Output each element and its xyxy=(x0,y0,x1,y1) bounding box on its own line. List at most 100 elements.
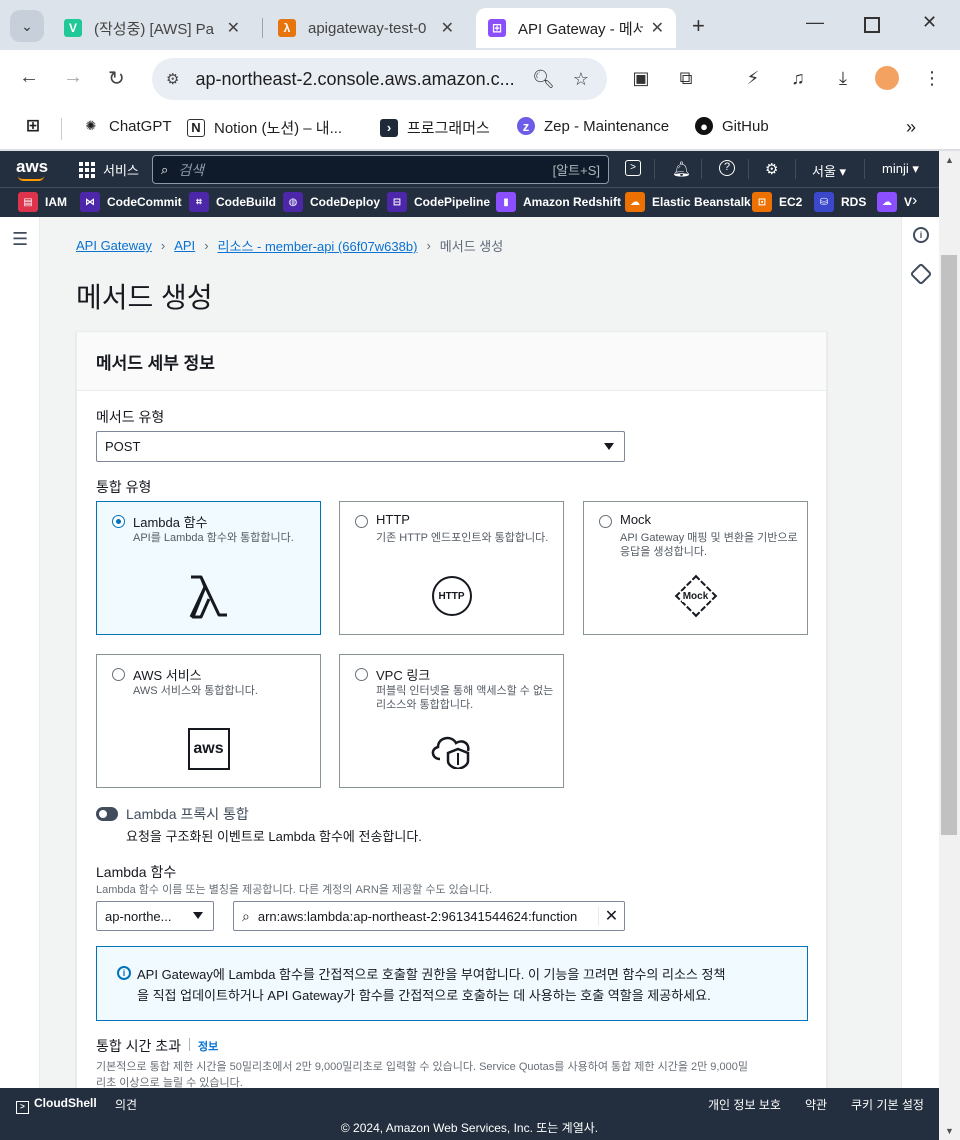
grid-icon xyxy=(79,161,95,178)
integration-option-vpc-link[interactable]: VPC 링크 퍼블릭 인터넷을 통해 액세스할 수 없는 리소스와 통합합니다. xyxy=(339,654,564,788)
radio-button-selected[interactable] xyxy=(112,515,125,528)
ec2-icon: ⊡ xyxy=(752,192,772,212)
maximize-icon[interactable] xyxy=(864,17,880,33)
bookmark-github[interactable]: ● GitHub xyxy=(695,117,769,135)
lambda-arn-input[interactable]: ⌕ arn:aws:lambda:ap-northeast-2:96134154… xyxy=(233,901,625,931)
radio-button[interactable] xyxy=(355,515,368,528)
scroll-up-arrow-icon[interactable]: ▲ xyxy=(945,155,954,165)
region-selector[interactable]: 서울 ▾ xyxy=(812,161,846,180)
breadcrumb-resources[interactable]: 리소스 - member-api (66f07w638b) xyxy=(218,236,418,255)
cloudshell-icon[interactable]: > xyxy=(625,160,641,176)
breadcrumb-api[interactable]: API xyxy=(174,238,195,253)
extensions-puzzle-icon[interactable]: ⧉ xyxy=(674,66,698,90)
timeout-info-link[interactable]: 정보 xyxy=(198,1038,218,1054)
favorite-rds[interactable]: ⛁ RDS xyxy=(814,192,866,212)
integration-option-lambda[interactable]: Lambda 함수 API를 Lambda 함수와 통합합니다. xyxy=(96,501,321,635)
integration-option-mock[interactable]: Mock API Gateway 매핑 및 변환을 기반으로 응답을 생성합니다… xyxy=(583,501,808,635)
bookmark-star-icon[interactable]: ☆ xyxy=(573,69,589,90)
new-tab-button[interactable]: + xyxy=(692,13,705,39)
url-text[interactable]: ap-northeast-2.console.aws.amazon.c... xyxy=(195,69,532,90)
cloudshell-link[interactable]: > CloudShell xyxy=(16,1096,97,1114)
tab-search-button[interactable]: ⌄ xyxy=(10,10,44,42)
chevron-right-icon: › xyxy=(204,238,209,253)
favorite-ec2[interactable]: ⊡ EC2 xyxy=(752,192,802,212)
scroll-down-arrow-icon[interactable]: ▼ xyxy=(945,1126,954,1136)
browser-tab[interactable]: λ apigateway-test-0 ✕ xyxy=(266,8,466,48)
performance-icon[interactable]: ⚡ xyxy=(741,66,765,90)
bookmark-zep[interactable]: z Zep - Maintenance xyxy=(517,117,669,135)
browser-tab-strip: ⌄ V (작성중) [AWS] Pa ✕ λ apigateway-test-0… xyxy=(0,0,960,50)
services-menu-button[interactable]: 서비스 xyxy=(79,160,139,179)
favorite-elastic-beanstalk[interactable]: ☁ Elastic Beanstalk xyxy=(625,192,751,212)
site-info-icon[interactable]: ⚙ xyxy=(166,70,179,88)
more-menu-icon[interactable]: ⋮ xyxy=(920,66,944,90)
close-tab-icon[interactable]: ✕ xyxy=(227,18,240,38)
favorite-codecommit[interactable]: ⋈ CodeCommit xyxy=(80,192,182,212)
account-menu[interactable]: minji ▾ xyxy=(882,161,919,177)
apps-grid-icon[interactable]: ⊞ xyxy=(24,116,51,135)
help-icon[interactable]: ? xyxy=(719,160,735,176)
zoom-icon[interactable]: 🔍︎ xyxy=(532,69,555,90)
favorite-redshift[interactable]: ▮ Amazon Redshift xyxy=(496,192,621,212)
favorite-codebuild[interactable]: ⌗ CodeBuild xyxy=(189,192,276,212)
media-control-icon[interactable]: ♫ xyxy=(786,66,810,90)
favorite-iam[interactable]: ▤ IAM xyxy=(18,192,67,212)
minimize-icon[interactable]: — xyxy=(806,12,824,33)
scrollbar-thumb[interactable] xyxy=(941,255,957,835)
bookmark-notion[interactable]: N Notion (노션) – 내... xyxy=(187,117,342,138)
bookmark-chatgpt[interactable]: ✺ ChatGPT xyxy=(82,117,172,135)
breadcrumb-api-gateway[interactable]: API Gateway xyxy=(76,238,152,253)
favorites-scroll-right-icon[interactable]: › xyxy=(912,192,917,210)
panel-title: 메서드 세부 정보 xyxy=(77,332,826,391)
favorite-vpc[interactable]: ☁ V xyxy=(877,192,912,212)
close-window-icon[interactable]: ✕ xyxy=(922,12,937,33)
close-tab-icon[interactable]: ✕ xyxy=(651,18,664,38)
zep-icon: z xyxy=(517,117,535,135)
favorite-codedeploy[interactable]: ◍ CodeDeploy xyxy=(283,192,380,212)
info-panel-icon[interactable]: i xyxy=(913,227,929,243)
forward-arrow-icon[interactable]: → xyxy=(63,66,83,89)
service-favorites-bar: ▤ IAM ⋈ CodeCommit ⌗ CodeBuild ◍ CodeDeploy … xyxy=(0,187,939,217)
settings-gear-icon[interactable]: ⚙ xyxy=(765,160,778,178)
lambda-region-select[interactable]: ap-northe... xyxy=(96,901,214,931)
aws-footer: > CloudShell 의견 개인 정보 보호 약관 쿠키 기본 설정 © 20… xyxy=(0,1088,939,1140)
chatgpt-icon: ✺ xyxy=(85,118,97,133)
close-tab-icon[interactable]: ✕ xyxy=(441,18,454,38)
back-arrow-icon[interactable]: ← xyxy=(19,66,39,89)
notifications-bell-icon[interactable]: 🔔︎ xyxy=(672,160,691,178)
aws-logo[interactable]: aws xyxy=(16,157,48,181)
download-icon[interactable]: ⤓ xyxy=(831,66,855,90)
profile-avatar[interactable] xyxy=(875,66,899,90)
aws-search-input[interactable]: ⌕ 검색 [알트+S] xyxy=(152,155,609,184)
more-bookmarks-icon[interactable]: » xyxy=(906,117,916,138)
method-type-select[interactable]: POST xyxy=(96,431,625,462)
timeout-label: 통합 시간 초과 xyxy=(96,1038,182,1054)
radio-button[interactable] xyxy=(599,515,612,528)
integration-option-http[interactable]: HTTP 기존 HTTP 엔드포인트와 통합합니다. HTTP xyxy=(339,501,564,635)
favorite-codepipeline[interactable]: ⊟ CodePipeline xyxy=(387,192,490,212)
address-bar[interactable]: ⚙ ap-northeast-2.console.aws.amazon.c...… xyxy=(152,58,607,100)
integration-option-aws-service[interactable]: AWS 서비스 AWS 서비스와 통합합니다. aws xyxy=(96,654,321,788)
gear-panel-icon[interactable] xyxy=(909,262,933,286)
extension-icon[interactable]: ▣ xyxy=(629,66,653,90)
terms-link[interactable]: 약관 xyxy=(805,1096,827,1113)
hamburger-menu-icon[interactable]: ☰ xyxy=(12,229,28,250)
clear-input-icon[interactable]: ✕ xyxy=(598,906,624,926)
bookmarks-bar: ⊞ ✺ ChatGPT N Notion (노션) – 내... › 프로그래머스 z… xyxy=(0,108,960,150)
privacy-link[interactable]: 개인 정보 보호 xyxy=(708,1096,781,1113)
radio-button[interactable] xyxy=(112,668,125,681)
lambda-proxy-toggle[interactable] xyxy=(96,807,118,821)
codedeploy-icon: ◍ xyxy=(283,192,303,212)
search-icon: ⌕ xyxy=(242,907,250,924)
browser-tab-active[interactable]: ⊞ API Gateway - 메서 ✕ xyxy=(476,8,676,48)
cookie-preferences-link[interactable]: 쿠키 기본 설정 xyxy=(851,1096,924,1113)
codecommit-icon: ⋈ xyxy=(80,192,100,212)
page-scrollbar[interactable]: ▲ ▼ xyxy=(939,151,960,1140)
radio-button[interactable] xyxy=(355,668,368,681)
timeout-help-line1: 기본적으로 통합 제한 시간을 50밀리초에서 2만 9,000밀리초로 입력할… xyxy=(96,1061,748,1073)
bookmark-programmers[interactable]: › 프로그래머스 xyxy=(380,117,490,138)
browser-tab[interactable]: V (작성중) [AWS] Pa ✕ xyxy=(52,8,252,48)
permission-info-alert: i API Gateway에 Lambda 함수를 간접적으로 호출할 권한을 … xyxy=(96,946,808,1021)
reload-icon[interactable]: ↻ xyxy=(108,66,125,91)
feedback-link[interactable]: 의견 xyxy=(115,1096,137,1113)
